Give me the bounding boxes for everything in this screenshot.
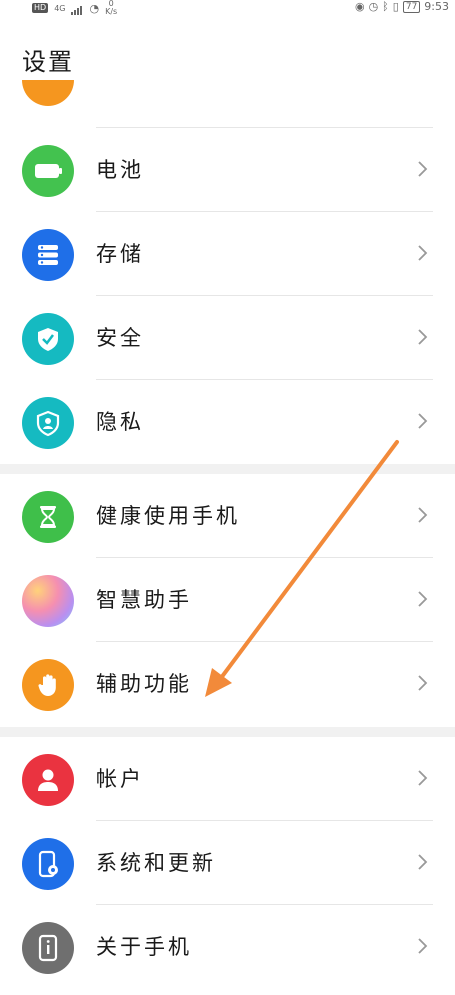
settings-item-label: 帐户 [96,767,144,791]
shield-check-icon [22,313,74,365]
storage-icon [22,229,74,281]
hd-indicator: HD [32,3,49,13]
settings-item-storage[interactable]: 存储 [0,212,455,296]
chevron-right-icon [418,413,428,429]
battery-icon [22,145,74,197]
hourglass-icon [22,491,74,543]
settings-item-label: 智慧助手 [96,588,192,612]
user-icon [22,754,74,806]
privacy-shield-icon [22,397,74,449]
status-bar: HD 4G ◔ 0 K/s ◉ ◷ ᛒ ▯ 77 9:53 [0,0,455,18]
chevron-right-icon [418,675,428,691]
settings-item-battery[interactable]: 电池 [0,128,455,212]
chevron-right-icon [418,854,428,870]
settings-item-privacy[interactable]: 隐私 [0,380,455,464]
settings-item-label: 存储 [96,242,144,266]
settings-item-digital-balance[interactable]: 健康使用手机 [0,474,455,558]
chevron-right-icon [418,938,428,954]
hand-icon [22,659,74,711]
chevron-right-icon [418,161,428,177]
settings-item-accessibility[interactable]: 辅助功能 [0,642,455,726]
section-gap [0,464,455,474]
alarm-icon: ◷ [368,0,379,13]
settings-item-label: 电池 [96,158,144,182]
chevron-right-icon [418,507,428,523]
settings-item-security[interactable]: 安全 [0,296,455,380]
eye-comfort-icon: ◉ [354,0,365,13]
settings-item-label: 安全 [96,326,144,350]
settings-item-account[interactable]: 帐户 [0,737,455,821]
network-speed: 0 K/s [105,0,117,16]
settings-item-smart-assistant[interactable]: 智慧助手 [0,558,455,642]
settings-item-label: 健康使用手机 [96,504,240,528]
signal-icon [71,2,83,15]
chevron-right-icon [418,245,428,261]
phone-info-icon [22,922,74,974]
settings-item-label: 隐私 [96,410,144,434]
settings-item-label: 辅助功能 [96,672,192,696]
battery-level: 77 [402,0,421,13]
section-gap [0,727,455,737]
chevron-right-icon [418,329,428,345]
phone-settings-icon [22,838,74,890]
chevron-right-icon [418,770,428,786]
page-title: 设置 [22,48,74,76]
settings-item-label: 系统和更新 [96,851,216,875]
settings-item-label: 关于手机 [96,935,192,959]
network-speed-unit: K/s [105,7,118,16]
settings-item-system-update[interactable]: 系统和更新 [0,821,455,905]
settings-item-about-phone[interactable]: 关于手机 [0,905,455,989]
network-type: 4G [54,3,66,13]
scrolled-item-top [0,80,455,128]
wifi-icon: ◔ [89,1,100,15]
partial-item-icon [22,80,74,106]
vibrate-icon: ▯ [392,0,399,13]
status-time: 9:53 [424,0,449,13]
smart-assistant-icon [22,575,74,627]
bluetooth-icon: ᛒ [382,0,389,13]
chevron-right-icon [418,591,428,607]
